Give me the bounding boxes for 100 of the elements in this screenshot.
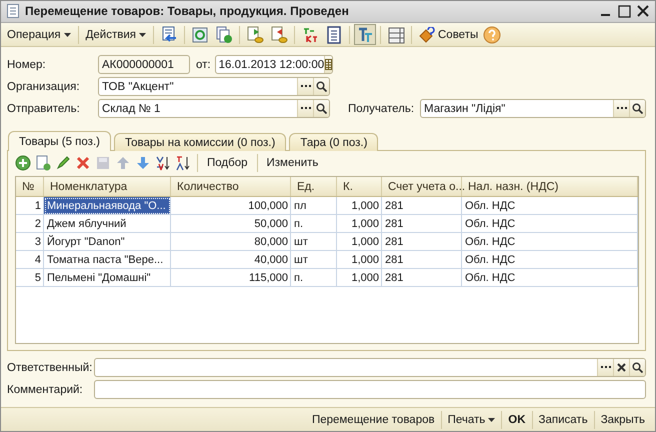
- tips-button[interactable]: Советы: [416, 24, 482, 45]
- copy-add-icon[interactable]: [35, 155, 51, 172]
- number-label: Номер:: [7, 58, 47, 71]
- footer-button[interactable]: Печать: [440, 410, 502, 429]
- date-field[interactable]: 16.01.2013 12:00:00: [214, 55, 333, 74]
- toolbar-text-button[interactable]: Подбор: [204, 157, 250, 170]
- comment-field[interactable]: [94, 380, 646, 400]
- window-title: Перемещение товаров: Товары, продукция. Проведен: [25, 4, 350, 18]
- table-cell[interactable]: Пельмені "Домашні": [44, 269, 171, 288]
- table-cell[interactable]: п.: [291, 215, 337, 234]
- table-cell[interactable]: 3: [16, 233, 44, 252]
- calendar-icon: [325, 59, 332, 70]
- responsible-field[interactable]: [94, 358, 646, 378]
- table-cell[interactable]: пл: [291, 197, 337, 216]
- table-cell[interactable]: 281: [382, 233, 462, 252]
- date-label: от:: [196, 58, 211, 71]
- tab[interactable]: Товары на комиссии (0 поз.): [114, 133, 286, 152]
- pencil-icon[interactable]: [55, 155, 71, 172]
- footer-button[interactable]: Закрыть: [594, 410, 651, 429]
- delete-icon[interactable]: [75, 155, 91, 172]
- table-cell[interactable]: 2: [16, 215, 44, 234]
- debit-credit-icon: [301, 26, 319, 44]
- receiver-label: Получатель:: [348, 102, 416, 115]
- toolbar-button[interactable]: [354, 24, 376, 46]
- select-button[interactable]: [297, 78, 313, 96]
- table-cell[interactable]: 281: [382, 197, 462, 216]
- open-button[interactable]: [313, 100, 329, 118]
- table-cell[interactable]: 281: [382, 251, 462, 270]
- open-button[interactable]: [629, 359, 645, 376]
- help-icon[interactable]: [483, 26, 502, 44]
- footer-button[interactable]: OK: [501, 410, 532, 429]
- maximize-icon[interactable]: [618, 4, 631, 18]
- column-header[interactable]: Нал. назн. (НДС): [462, 177, 638, 196]
- table-cell[interactable]: Обл. НДС: [462, 251, 638, 270]
- table-cell[interactable]: Минеральнаявода "О...: [44, 197, 171, 216]
- select-button[interactable]: [297, 100, 313, 118]
- tab[interactable]: Товары (5 поз.): [8, 131, 111, 152]
- ellipsis-icon: [616, 107, 626, 110]
- table-cell[interactable]: 5: [16, 269, 44, 288]
- table-cell[interactable]: 281: [382, 215, 462, 234]
- document-coins-icon: [270, 26, 288, 44]
- organization-label: Организация:: [7, 80, 81, 93]
- table-cell[interactable]: 80,000: [171, 233, 291, 252]
- table-cell[interactable]: шт: [291, 233, 337, 252]
- search-icon: [632, 362, 643, 374]
- table-cell[interactable]: п.: [291, 269, 337, 288]
- footer-button[interactable]: Перемещение товаров: [306, 410, 441, 429]
- calendar-button[interactable]: [324, 56, 332, 74]
- toolbar-text-button[interactable]: Изменить: [264, 157, 322, 170]
- number-field[interactable]: АК000000001: [98, 55, 190, 74]
- add-icon[interactable]: [15, 155, 31, 172]
- clear-button[interactable]: [613, 359, 629, 376]
- table-cell[interactable]: 1,000: [337, 233, 382, 252]
- close-icon: [617, 363, 626, 372]
- menu-button[interactable]: Действия: [82, 26, 149, 43]
- caret-icon: [139, 32, 146, 37]
- column-header[interactable]: Количество: [171, 177, 291, 196]
- table-cell[interactable]: Йогурт "Danon": [44, 233, 171, 252]
- search-icon: [632, 103, 643, 114]
- select-button[interactable]: [597, 359, 613, 376]
- open-button[interactable]: [313, 78, 329, 96]
- table-cell[interactable]: 1,000: [337, 215, 382, 234]
- column-header[interactable]: Ед.: [291, 177, 337, 196]
- table-cell[interactable]: 4: [16, 251, 44, 270]
- table-cell[interactable]: Обл. НДС: [462, 269, 638, 288]
- table-cell[interactable]: 40,000: [171, 251, 291, 270]
- sort-ascending-icon[interactable]: [155, 155, 171, 172]
- table-cell[interactable]: 1,000: [337, 269, 382, 288]
- caret-icon: [488, 418, 496, 422]
- table-cell[interactable]: шт: [291, 251, 337, 270]
- sender-field[interactable]: Склад № 1: [98, 99, 330, 118]
- column-header[interactable]: К.: [337, 177, 382, 196]
- select-button[interactable]: [613, 100, 629, 118]
- table-cell[interactable]: Обл. НДС: [462, 197, 638, 216]
- column-header[interactable]: Номенклатура: [44, 177, 171, 196]
- copy-add-icon: [215, 26, 233, 44]
- open-button[interactable]: [629, 100, 645, 118]
- footer-button[interactable]: Записать: [532, 410, 594, 429]
- table-cell[interactable]: 1,000: [337, 197, 382, 216]
- organization-field[interactable]: ТОВ "Акцент": [98, 77, 330, 96]
- column-header[interactable]: №: [16, 177, 44, 196]
- table-cell[interactable]: 115,000: [171, 269, 291, 288]
- table-cell[interactable]: Томатна паста "Вере...: [44, 251, 171, 270]
- document-icon: [7, 4, 19, 18]
- table-cell[interactable]: 1,000: [337, 251, 382, 270]
- table-cell[interactable]: 281: [382, 269, 462, 288]
- column-header[interactable]: Счет учета о...: [382, 177, 462, 196]
- tab[interactable]: Тара (0 поз.): [289, 133, 378, 152]
- table-cell[interactable]: Джем яблучний: [44, 215, 171, 234]
- table-cell[interactable]: 100,000: [171, 197, 291, 216]
- table-cell[interactable]: 50,000: [171, 215, 291, 234]
- receiver-field[interactable]: Магазин "Лідія": [420, 99, 646, 118]
- table-cell[interactable]: Обл. НДС: [462, 233, 638, 252]
- table-cell[interactable]: Обл. НДС: [462, 215, 638, 234]
- search-icon: [316, 103, 327, 114]
- ellipsis-icon: [300, 107, 310, 110]
- menu-button[interactable]: Операция: [4, 26, 74, 43]
- sort-descending-icon[interactable]: [175, 155, 191, 172]
- close-icon[interactable]: [637, 5, 649, 18]
- list-document-icon: [325, 26, 343, 44]
